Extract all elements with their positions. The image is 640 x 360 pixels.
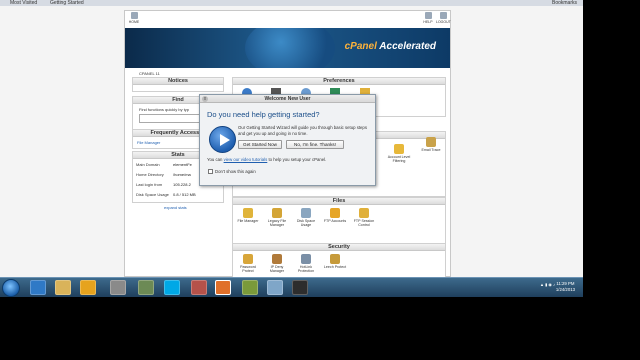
ftp-session-icon [359,208,369,218]
welcome-dialog: Welcome New User x Do you need help gett… [199,94,376,186]
ftp-icon [330,208,340,218]
app-icon[interactable] [191,280,207,295]
black-margin [583,0,640,297]
start-button-icon[interactable] [2,279,20,297]
security-box: Security Password Protect IP Deny Manage… [232,243,446,278]
lock-icon [243,254,253,264]
checkbox-icon[interactable] [208,169,213,175]
stat-label: Main Domain [136,162,160,167]
close-icon[interactable]: x [202,96,208,102]
disk-space-usage-item[interactable]: Disk Space Usage [294,208,318,228]
cpanel-banner: cPanel Accelerated [125,28,450,68]
home-icon [130,12,138,19]
desktop-screen: Most Visited Getting Started Bookmarks H… [0,0,583,297]
stat-value: elementFe [173,162,192,167]
system-tray[interactable]: ▲ ▮ ◉ ♪ [540,282,555,287]
clock-date: 1/24/2013 [555,287,575,292]
folder-icon [243,208,253,218]
top-nav: HOME HELP LOGOUT [125,11,451,28]
windows-taskbar: ▲ ▮ ◉ ♪ 11:29 PM 1/24/2013 [0,277,583,297]
files-title: Files [233,198,445,205]
nav-help[interactable]: HELP [421,12,435,24]
cpanel-logo: cPanel Accelerated [344,41,436,52]
dialog-description: Our Getting Started Wizard will guide yo… [238,125,367,136]
get-started-button[interactable]: Get Started Now [238,140,282,149]
ftp-accounts-item[interactable]: FTP Accounts [323,208,347,223]
hotlink-protection-item[interactable]: HotLink Protection [294,254,318,274]
email-trace-icon-cell[interactable]: Email Trace [419,137,443,152]
file-explorer-icon[interactable] [55,280,71,295]
app-icon[interactable] [292,280,308,295]
stat-label: Home Directory [136,172,164,177]
expand-stats-link[interactable]: expand stats [164,205,187,210]
app-icon[interactable] [242,280,258,295]
skype-icon[interactable] [164,280,180,295]
media-player-icon[interactable] [80,280,96,295]
email-trace-icon [426,137,436,147]
dialog-title: Welcome New User [200,95,375,103]
stat-value: 0.8 / 512 MB [173,192,196,197]
stat-label: Disk Space Usage [136,192,169,197]
frequent-item-file-manager[interactable]: File Manager [137,140,160,145]
password-protect-item[interactable]: Password Protect [236,254,260,274]
file-manager-item[interactable]: File Manager [236,208,260,223]
ip-deny-manager-item[interactable]: IP Deny Manager [265,254,289,274]
folder-icon [272,208,282,218]
legacy-file-manager-item[interactable]: Legacy File Manager [265,208,289,228]
dialog-question: Do you need help getting started? [207,110,320,119]
app-icon[interactable] [138,280,154,295]
ip-deny-icon [272,254,282,264]
globe-graphic [245,28,335,68]
stat-value: 105.228.2 [173,182,191,187]
leech-icon [330,254,340,264]
play-video-icon[interactable] [209,126,236,153]
preferences-title: Preferences [233,78,445,85]
dont-show-checkbox[interactable]: Don't show this again [208,169,256,175]
filter-icon [394,144,404,154]
leech-protect-item[interactable]: Leech Protect [323,254,347,269]
app-icon[interactable] [110,280,126,295]
internet-explorer-icon[interactable] [30,280,46,295]
firefox-icon[interactable] [215,280,231,295]
stat-label: Last login from [136,182,163,187]
nav-logout[interactable]: LOGOUT [436,12,451,24]
security-title: Security [233,244,445,251]
stat-value: /home/ma [173,172,191,177]
nav-home[interactable]: HOME [127,12,141,24]
notices-title: Notices [133,78,223,85]
video-tutorials-line: You can view our video tutorials to help… [207,157,327,162]
ftp-session-control-item[interactable]: FTP Session Control [352,208,376,228]
find-hint: Find functions quickly by typ [139,107,190,112]
clock[interactable]: 11:29 PM 1/24/2013 [556,281,575,293]
no-thanks-button[interactable]: No, I'm fine. Thanks! [286,140,344,149]
account-level-filtering-icon-cell[interactable]: Account Level Filtering [387,144,411,164]
theme-label: CPANEL 11 [139,71,160,76]
app-icon[interactable] [267,280,283,295]
notices-box: Notices [132,77,224,92]
help-icon [424,12,432,19]
logout-icon [439,12,447,19]
video-tutorials-link[interactable]: view our video tutorials [224,157,268,162]
disk-icon [301,208,311,218]
hotlink-icon [301,254,311,264]
